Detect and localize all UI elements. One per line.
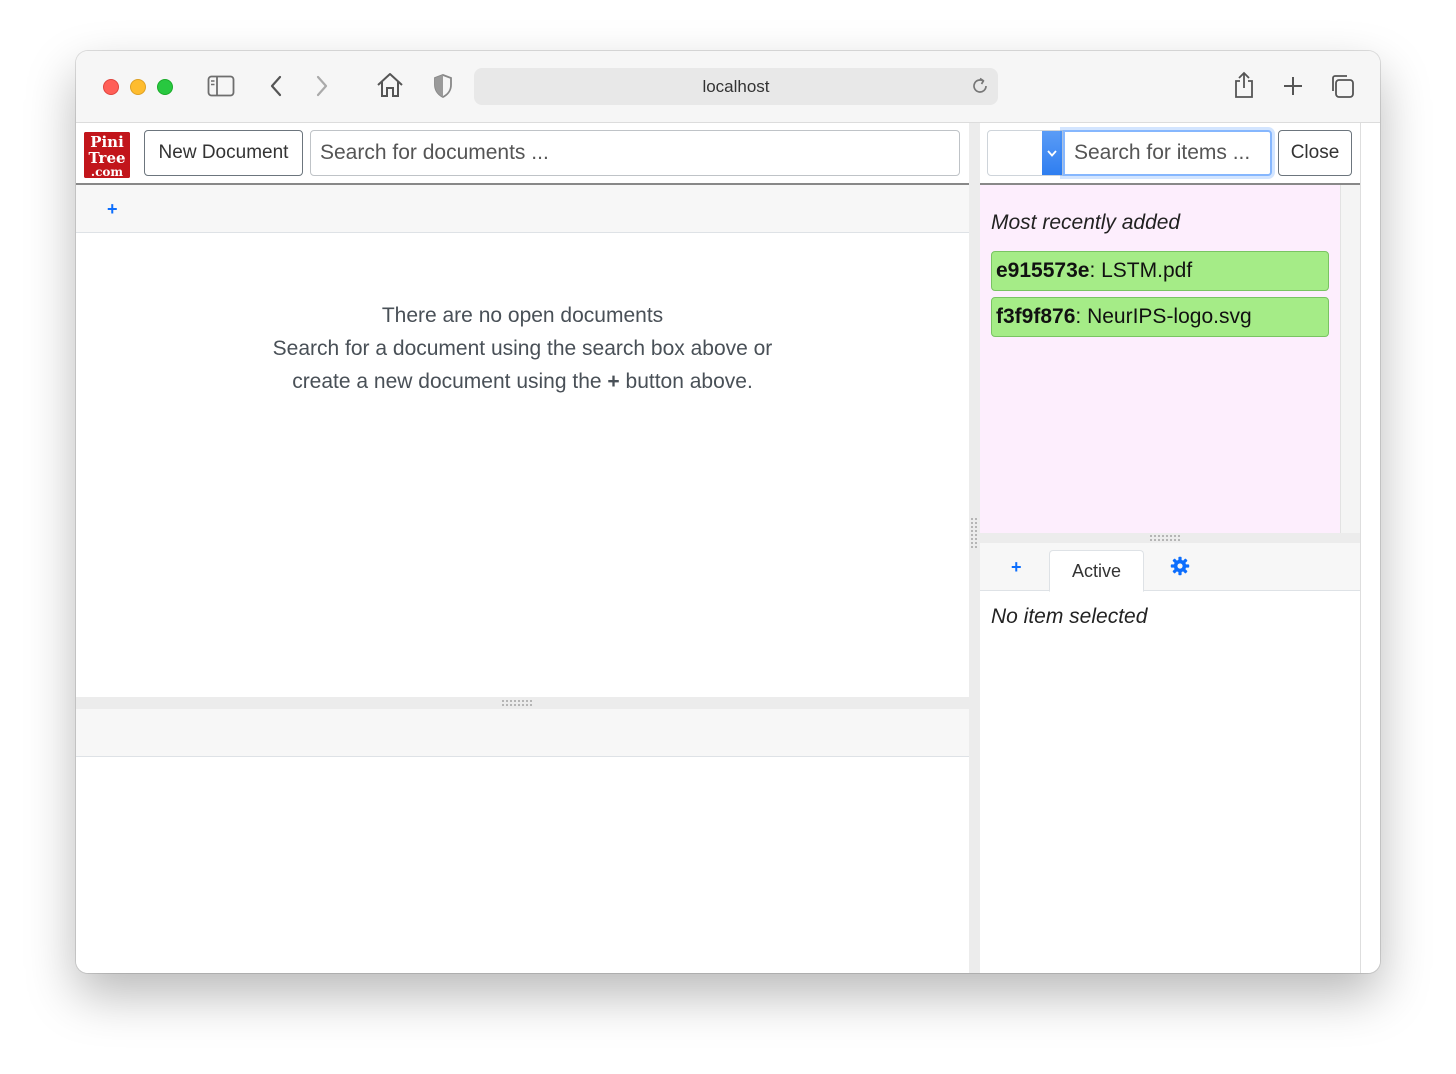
empty-line-3-end: button above. (625, 370, 753, 393)
address-bar[interactable]: localhost (474, 68, 998, 105)
item-tab-strip: + Active (980, 543, 1360, 592)
tab-active-label: Active (1071, 560, 1122, 581)
pinitree-logo[interactable]: Pini Tree .com (84, 132, 130, 178)
items-pane: Search for items ... Close Most recently… (980, 123, 1360, 973)
recent-title: Most recently added (991, 211, 1181, 234)
sidebar-icon[interactable] (207, 75, 235, 97)
recent-item[interactable]: f3f9f876: NeurIPS-logo.svg (991, 297, 1329, 337)
item-search-input[interactable]: Search for items ... (1063, 130, 1272, 176)
new-document-button[interactable]: New Document (144, 130, 303, 176)
share-icon[interactable] (1232, 71, 1256, 99)
item-search-placeholder: Search for items ... (1074, 141, 1251, 164)
empty-plus-glyph: + (607, 370, 620, 393)
documents-toolbar: Pini Tree .com New Document Search for d… (76, 123, 969, 185)
zoom-window-button[interactable] (157, 79, 173, 95)
vertical-splitter[interactable] (969, 123, 980, 973)
empty-line-3-start: create a new document using the (292, 370, 602, 393)
bottom-tab-strip (76, 709, 969, 757)
back-icon[interactable] (266, 75, 286, 97)
forward-icon[interactable] (312, 75, 332, 97)
item-name: LSTM.pdf (1101, 259, 1193, 282)
url-text: localhost (702, 76, 770, 96)
item-separator: : (1075, 305, 1082, 328)
logo-text-3: .com (91, 165, 123, 178)
gear-icon[interactable] (1170, 556, 1190, 576)
recent-items-panel: Most recently added e915573e: LSTM.pdf f… (980, 185, 1340, 533)
item-name: NeurIPS-logo.svg (1087, 305, 1252, 328)
horizontal-splitter[interactable] (76, 697, 969, 709)
close-button[interactable]: Close (1278, 130, 1352, 176)
recent-item[interactable]: e915573e: LSTM.pdf (991, 251, 1329, 291)
minimize-window-button[interactable] (130, 79, 146, 95)
browser-toolbar: localhost (76, 51, 1380, 123)
chevron-down-icon (1042, 131, 1062, 175)
document-tab-strip: + (76, 185, 969, 233)
close-window-button[interactable] (103, 79, 119, 95)
item-type-select[interactable] (987, 130, 1063, 176)
add-item-tab-button[interactable]: + (1011, 557, 1022, 578)
home-icon[interactable] (376, 72, 404, 98)
reload-icon[interactable] (970, 76, 990, 96)
splitter-grip-icon (971, 518, 977, 548)
document-search-placeholder: Search for documents ... (320, 141, 549, 164)
empty-line-3: create a new document using the + button… (76, 365, 969, 398)
splitter-grip-icon (502, 700, 532, 706)
splitter-grip-icon (1150, 535, 1180, 541)
tabs-overview-icon[interactable] (1329, 73, 1355, 99)
page-content: Pini Tree .com New Document Search for d… (76, 123, 1380, 973)
browser-window: localhost Pini Tree .com New Document Se… (76, 51, 1380, 973)
items-splitter[interactable] (980, 533, 1360, 543)
item-separator: : (1089, 259, 1096, 282)
item-id: e915573e (996, 259, 1090, 282)
documents-pane: Pini Tree .com New Document Search for d… (76, 123, 969, 973)
no-item-message: No item selected (991, 605, 1148, 628)
empty-line-1: There are no open documents (381, 304, 664, 327)
new-tab-icon[interactable] (1281, 74, 1305, 98)
item-id: f3f9f876 (996, 305, 1076, 328)
recent-scrollbar[interactable] (1340, 185, 1360, 533)
document-search-input[interactable]: Search for documents ... (310, 130, 960, 176)
page-scrollbar[interactable] (1360, 123, 1380, 973)
empty-documents-message: There are no open documents Search for a… (76, 299, 969, 398)
items-toolbar: Search for items ... Close (980, 123, 1360, 185)
tab-active[interactable]: Active (1049, 550, 1144, 592)
shield-icon[interactable] (432, 74, 454, 98)
empty-line-2: Search for a document using the search b… (272, 337, 773, 360)
add-document-tab-button[interactable]: + (107, 199, 118, 220)
